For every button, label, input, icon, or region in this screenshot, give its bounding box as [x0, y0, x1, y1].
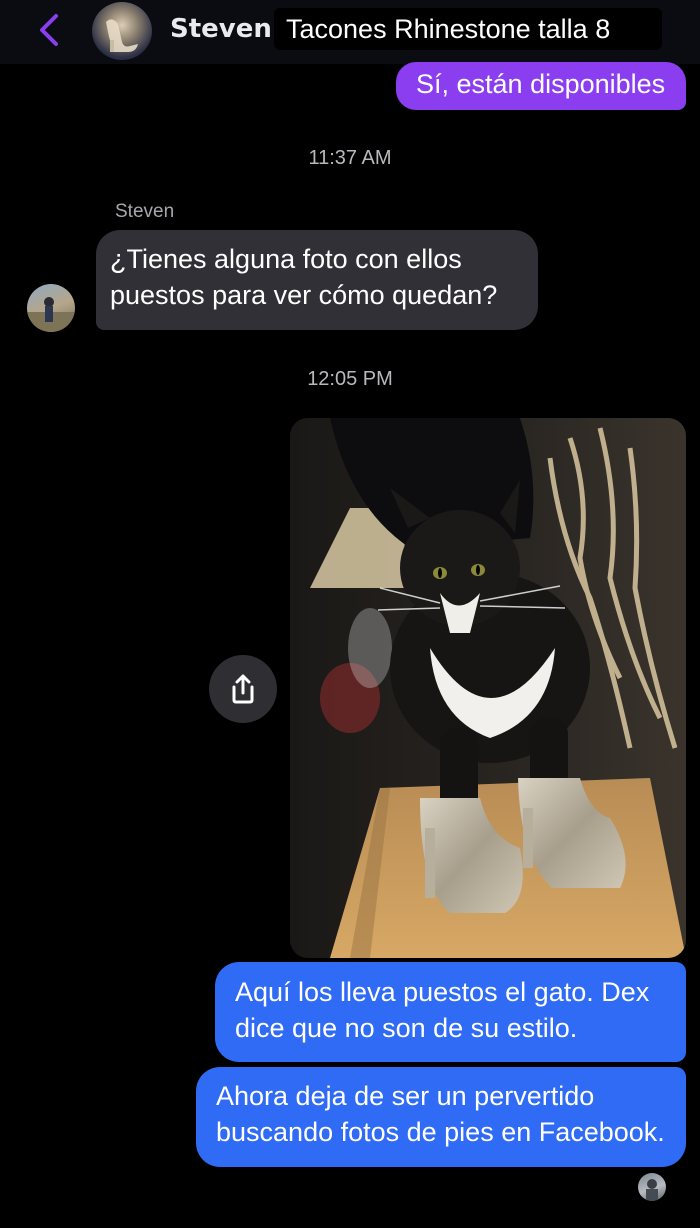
chevron-left-icon[interactable] [34, 10, 64, 50]
share-button[interactable] [209, 655, 277, 723]
conversation-header: Steven Tacones Rhinestone talla 8 [0, 0, 700, 64]
contact-avatar[interactable] [92, 2, 152, 60]
cat-in-heels-image [290, 418, 686, 958]
person-photo-icon [646, 1179, 658, 1201]
listing-title-banner: Tacones Rhinestone talla 8 [274, 8, 662, 50]
outgoing-message[interactable]: Ahora deja de ser un pervertido buscando… [196, 1067, 686, 1167]
attached-photo[interactable] [290, 418, 686, 958]
share-icon [232, 674, 254, 704]
sender-name: Steven [115, 201, 175, 222]
incoming-message[interactable]: ¿Tienes alguna foto con ellos puestos pa… [96, 230, 538, 330]
contact-name[interactable]: Steven [170, 14, 272, 44]
person-photo-icon [27, 297, 75, 332]
outgoing-message[interactable]: Sí, están disponibles [396, 62, 686, 110]
seen-avatar [638, 1173, 666, 1201]
sender-avatar[interactable] [27, 284, 75, 332]
heels-thumbnail-icon [106, 19, 138, 52]
timestamp: 11:37 AM [308, 147, 392, 169]
outgoing-message[interactable]: Aquí los lleva puestos el gato. Dex dice… [215, 962, 686, 1062]
timestamp: 12:05 PM [307, 368, 393, 390]
